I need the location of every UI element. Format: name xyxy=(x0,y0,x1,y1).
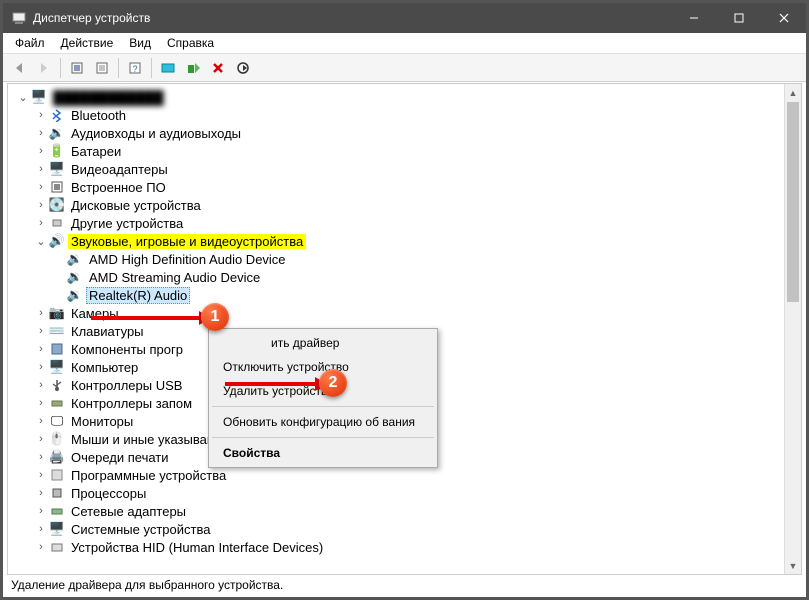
minimize-button[interactable] xyxy=(671,3,716,33)
tree-node-firmware[interactable]: ›Встроенное ПО xyxy=(10,178,801,196)
ctx-separator xyxy=(212,406,434,407)
annotation-arrow-1 xyxy=(91,316,201,320)
app-icon xyxy=(11,10,27,26)
maximize-button[interactable] xyxy=(716,3,761,33)
computer-icon: 🖥️ xyxy=(49,359,65,375)
monitor-icon: 🖵 xyxy=(49,413,65,429)
firmware-icon xyxy=(49,179,65,195)
context-menu: ить драйвер Отключить устройство Удалить… xyxy=(208,328,438,468)
window-title: Диспетчер устройств xyxy=(33,11,671,25)
disk-icon: 💽 xyxy=(49,197,65,213)
annotation-badge-2: 2 xyxy=(319,369,347,397)
vertical-scrollbar[interactable]: ▲ ▼ xyxy=(784,84,801,574)
bluetooth-icon xyxy=(49,107,65,123)
toolbar: ? xyxy=(3,54,806,82)
ctx-separator xyxy=(212,437,434,438)
sound-video-icon: 🔊 xyxy=(49,233,65,249)
keyboard-icon: ⌨️ xyxy=(49,323,65,339)
system-icon: 🖥️ xyxy=(49,521,65,537)
tree-leaf-amd-streaming[interactable]: 🔉AMD Streaming Audio Device xyxy=(10,268,801,286)
tree-node-batteries[interactable]: ›🔋Батареи xyxy=(10,142,801,160)
hid-icon xyxy=(49,539,65,555)
tree-node-other[interactable]: ›Другие устройства xyxy=(10,214,801,232)
menubar: Файл Действие Вид Справка xyxy=(3,33,806,54)
usb-icon xyxy=(49,377,65,393)
uninstall-button[interactable] xyxy=(206,56,230,80)
battery-icon: 🔋 xyxy=(49,143,65,159)
speaker-icon: 🔉 xyxy=(67,269,83,285)
tree-node-display[interactable]: ›🖥️Видеоадаптеры xyxy=(10,160,801,178)
speaker-icon: 🔉 xyxy=(67,251,83,267)
tree-node-bluetooth[interactable]: ›Bluetooth xyxy=(10,106,801,124)
ctx-properties[interactable]: Свойства xyxy=(211,441,435,465)
tree-leaf-realtek[interactable]: 🔉Realtek(R) Audio xyxy=(10,286,801,304)
menu-action[interactable]: Действие xyxy=(53,34,122,52)
back-button[interactable] xyxy=(7,56,31,80)
menu-help[interactable]: Справка xyxy=(159,34,222,52)
scan-button[interactable] xyxy=(156,56,180,80)
speaker-icon: 🔉 xyxy=(67,287,83,303)
software-icon xyxy=(49,467,65,483)
ctx-scan-hardware[interactable]: Обновить конфигурацию об вания xyxy=(211,410,435,434)
tree-root[interactable]: ⌄🖥️████████████ xyxy=(10,88,801,106)
mouse-icon: 🖱️ xyxy=(49,431,65,447)
display-adapter-icon: 🖥️ xyxy=(49,161,65,177)
camera-icon: 📷 xyxy=(49,305,65,321)
svg-text:?: ? xyxy=(132,64,137,74)
status-bar: Удаление драйвера для выбранного устройс… xyxy=(7,576,802,594)
properties-button[interactable] xyxy=(90,56,114,80)
update-button[interactable] xyxy=(181,56,205,80)
tree-node-disks[interactable]: ›💽Дисковые устройства xyxy=(10,196,801,214)
annotation-badge-1: 1 xyxy=(201,303,229,331)
ctx-update-driver[interactable]: ить драйвер xyxy=(211,331,435,355)
cpu-icon xyxy=(49,485,65,501)
tree-node-system[interactable]: ›🖥️Системные устройства xyxy=(10,520,801,538)
show-hidden-button[interactable] xyxy=(65,56,89,80)
memory-icon xyxy=(49,395,65,411)
scroll-down-button[interactable]: ▼ xyxy=(785,557,801,574)
menu-view[interactable]: Вид xyxy=(121,34,159,52)
tree-node-network[interactable]: ›Сетевые адаптеры xyxy=(10,502,801,520)
window-controls xyxy=(671,3,806,33)
audio-io-icon: 🔉 xyxy=(49,125,65,141)
annotation-arrow-2 xyxy=(225,382,317,386)
device-tree: ⌄🖥️████████████ ›Bluetooth ›🔉Аудиовходы … xyxy=(8,84,801,560)
tree-leaf-amd-hd-audio[interactable]: 🔉AMD High Definition Audio Device xyxy=(10,250,801,268)
network-icon xyxy=(49,503,65,519)
root-label: ████████████ xyxy=(50,90,167,105)
titlebar: Диспетчер устройств xyxy=(3,3,806,33)
tree-node-software-dev[interactable]: ›Программные устройства xyxy=(10,466,801,484)
menu-file[interactable]: Файл xyxy=(7,34,53,52)
forward-button[interactable] xyxy=(32,56,56,80)
other-devices-icon xyxy=(49,215,65,231)
tree-node-hid[interactable]: ›Устройства HID (Human Interface Devices… xyxy=(10,538,801,556)
close-button[interactable] xyxy=(761,3,806,33)
tree-node-processors[interactable]: ›Процессоры xyxy=(10,484,801,502)
tree-node-sound-video[interactable]: ⌄🔊Звуковые, игровые и видеоустройства xyxy=(10,232,801,250)
scroll-up-button[interactable]: ▲ xyxy=(785,84,801,101)
disable-button[interactable] xyxy=(231,56,255,80)
help-button[interactable]: ? xyxy=(123,56,147,80)
computer-icon: 🖥️ xyxy=(31,89,47,105)
scroll-thumb[interactable] xyxy=(787,102,799,302)
printer-icon: 🖨️ xyxy=(49,449,65,465)
status-text: Удаление драйвера для выбранного устройс… xyxy=(11,578,283,592)
tree-node-audio-io[interactable]: ›🔉Аудиовходы и аудиовыходы xyxy=(10,124,801,142)
components-icon xyxy=(49,341,65,357)
